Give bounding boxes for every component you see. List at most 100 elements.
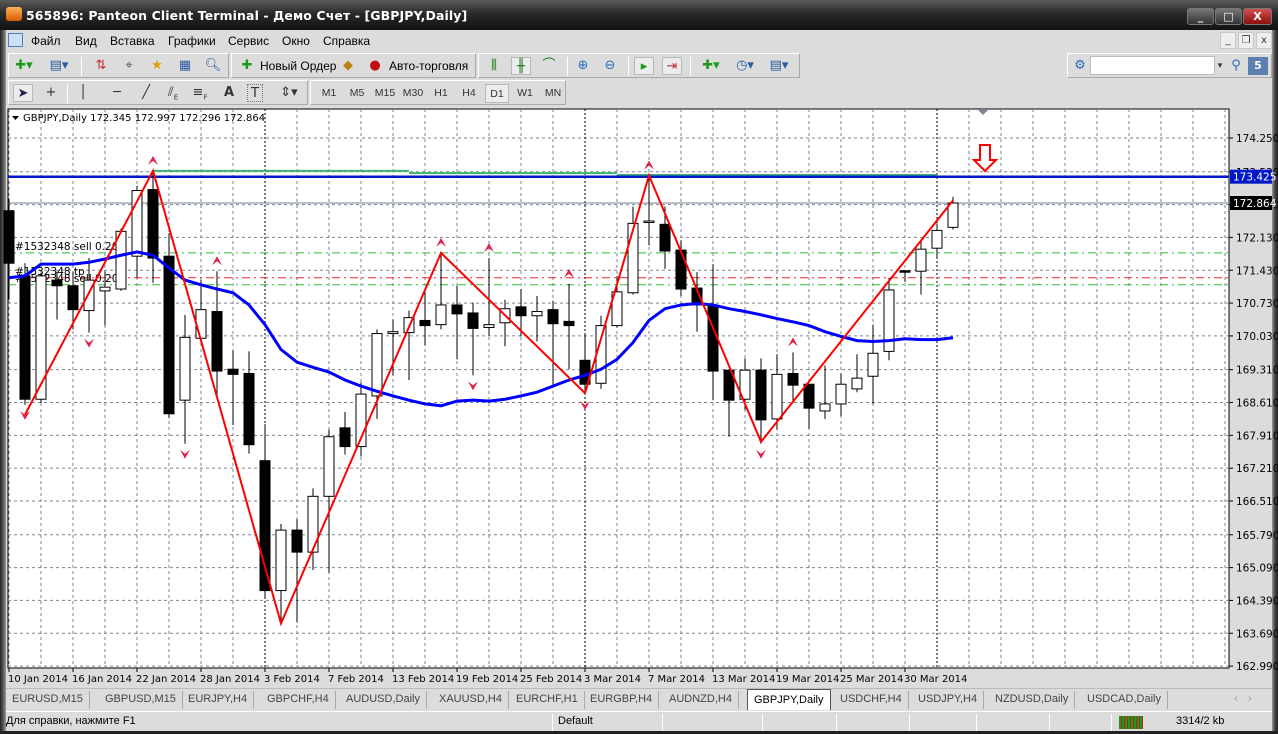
candle-body xyxy=(147,189,159,259)
y-tick-label: 165.090 xyxy=(1236,563,1278,575)
candle xyxy=(19,263,31,405)
candle-body xyxy=(595,325,607,384)
separator xyxy=(976,714,977,731)
x-tick-label: 19 Feb 2014 xyxy=(456,674,518,685)
tabs-scroll-left-icon[interactable]: ‹ xyxy=(1234,691,1238,709)
x-tick-label: 10 Jan 2014 xyxy=(8,674,68,685)
x-tick-label: 3 Mar 2014 xyxy=(584,674,641,685)
y-tick-label: 172.130 xyxy=(1236,232,1278,244)
candle-body xyxy=(227,368,239,375)
candle-body xyxy=(483,324,495,328)
chart-tab[interactable]: EURUSD,M15 xyxy=(6,691,90,709)
chart-tab[interactable]: GBPJPY,Daily xyxy=(747,689,831,710)
candle-body xyxy=(819,403,831,412)
candle-body xyxy=(275,529,287,592)
price-chart[interactable]: 174.250173.530172.830172.130171.430170.7… xyxy=(0,0,1278,734)
x-tick-label: 22 Jan 2014 xyxy=(136,674,196,685)
candle-body xyxy=(291,529,303,553)
chart-plot-area xyxy=(7,108,1230,669)
chart-tab[interactable]: AUDNZD,H4 xyxy=(663,691,739,709)
candle-body xyxy=(259,460,271,592)
y-tick-label: 167.910 xyxy=(1236,430,1278,442)
status-help-text: Для справки, нажмите F1 xyxy=(6,715,136,727)
candle-body xyxy=(531,311,543,317)
bid-price-label: 172.864 xyxy=(1233,198,1277,210)
chart-tab[interactable]: EURJPY,H4 xyxy=(182,691,255,709)
candle-body xyxy=(35,275,47,400)
separator xyxy=(909,714,910,731)
status-traffic: 3314/2 kb xyxy=(1176,715,1225,727)
candle-body xyxy=(307,495,319,553)
candle-body xyxy=(947,202,959,228)
x-tick-label: 25 Feb 2014 xyxy=(520,674,582,685)
chart-tab[interactable]: GBPCHF,H4 xyxy=(261,691,336,709)
y-tick-label: 171.430 xyxy=(1236,265,1278,277)
candle-body xyxy=(675,249,687,290)
candle-body xyxy=(643,220,655,224)
status-bar: Для справки, нажмите F1 Default 3314/2 k… xyxy=(6,711,1272,732)
candle-body xyxy=(323,436,335,497)
candle-body xyxy=(211,311,223,372)
candle xyxy=(163,233,175,418)
candle-body xyxy=(243,372,255,446)
chart-tab[interactable]: EURGBP,H4 xyxy=(584,691,660,709)
candle-body xyxy=(67,285,79,311)
x-tick-label: 7 Feb 2014 xyxy=(328,674,384,685)
separator xyxy=(662,714,663,731)
separator xyxy=(836,714,837,731)
y-tick-label: 164.390 xyxy=(1236,595,1278,607)
chart-tab[interactable]: AUDUSD,Daily xyxy=(340,691,427,709)
candle-body xyxy=(163,255,175,415)
candle-body xyxy=(51,279,63,287)
candle-body xyxy=(851,377,863,390)
candle-body xyxy=(371,333,383,397)
candle-body xyxy=(659,223,671,252)
y-tick-label: 168.610 xyxy=(1236,398,1278,410)
tabs-scroll-right-icon[interactable]: › xyxy=(1248,691,1252,709)
x-tick-label: 3 Feb 2014 xyxy=(264,674,320,685)
separator xyxy=(1111,714,1112,731)
separator xyxy=(552,714,553,731)
candle-body xyxy=(451,304,463,315)
chart-header: GBPJPY,Daily 172.345 172.997 172.296 172… xyxy=(23,113,265,124)
chart-tab[interactable]: XAUUSD,H4 xyxy=(433,691,509,709)
chart-tab[interactable]: GBPUSD,M15 xyxy=(99,691,183,709)
chart-tab[interactable]: NZDUSD,Daily xyxy=(989,691,1076,709)
y-tick-label: 170.030 xyxy=(1236,331,1278,343)
x-tick-label: 13 Feb 2014 xyxy=(392,674,454,685)
candle-body xyxy=(3,210,15,264)
y-tick-label: 162.990 xyxy=(1236,661,1278,673)
chart-tab[interactable]: USDCAD,Daily xyxy=(1081,691,1168,709)
candle-body xyxy=(931,229,943,249)
candle-body xyxy=(99,286,111,292)
candle-body xyxy=(515,306,527,317)
candle-body xyxy=(835,383,847,405)
candle-body xyxy=(387,331,399,335)
x-tick-label: 16 Jan 2014 xyxy=(72,674,132,685)
y-tick-label: 163.690 xyxy=(1236,628,1278,640)
y-tick-label: 170.730 xyxy=(1236,298,1278,310)
candle xyxy=(883,277,895,361)
candle-body xyxy=(435,304,447,326)
y-tick-label: 174.250 xyxy=(1236,133,1278,145)
x-tick-label: 7 Mar 2014 xyxy=(648,674,705,685)
candle-body xyxy=(915,248,927,272)
candle-body xyxy=(467,312,479,329)
order-label: #1532348 sell 0.20 xyxy=(15,241,118,253)
y-tick-label: 166.510 xyxy=(1236,496,1278,508)
y-tick-label: 165.790 xyxy=(1236,530,1278,542)
candle-body xyxy=(867,352,879,377)
candle-body xyxy=(771,373,783,420)
x-tick-label: 28 Jan 2014 xyxy=(200,674,260,685)
candle-body xyxy=(419,319,431,327)
chart-tab[interactable]: USDCHF,H4 xyxy=(834,691,909,709)
chart-tab[interactable]: EURCHF,H1 xyxy=(510,691,585,709)
candle-body xyxy=(547,309,559,325)
chart-tab[interactable]: USDJPY,H4 xyxy=(912,691,985,709)
candle-body xyxy=(339,427,351,448)
candle-body xyxy=(755,369,767,421)
candle-body xyxy=(803,383,815,409)
y-tick-label: 167.210 xyxy=(1236,463,1278,475)
x-tick-label: 30 Mar 2014 xyxy=(904,674,967,685)
x-tick-label: 19 Mar 2014 xyxy=(776,674,839,685)
